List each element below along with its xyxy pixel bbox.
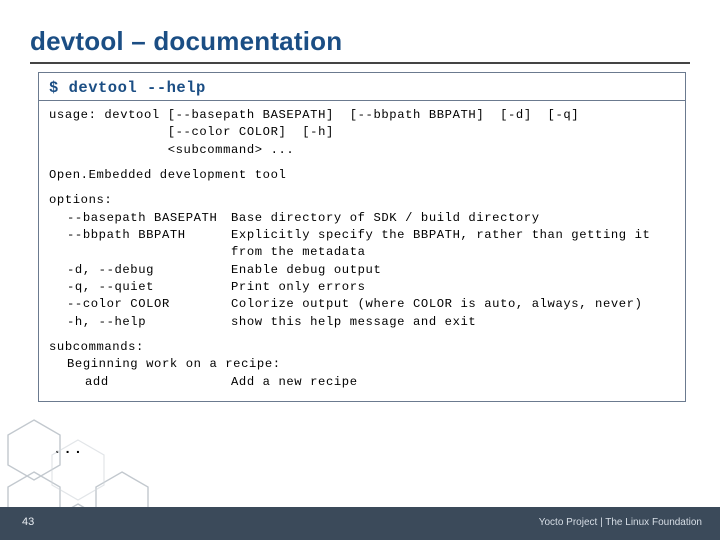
option-flag: -h, --help [49, 314, 231, 331]
option-desc: Print only errors [231, 279, 675, 296]
page-number: 43 [22, 516, 34, 528]
option-desc: show this help message and exit [231, 314, 675, 331]
option-desc: Colorize output (where COLOR is auto, al… [231, 296, 675, 313]
footer-credit: Yocto Project | The Linux Foundation [539, 517, 702, 528]
title-rule [30, 62, 690, 64]
option-row: --bbpath BBPATH Explicitly specify the B… [49, 227, 675, 244]
option-desc: Explicitly specify the BBPATH, rather th… [231, 227, 675, 244]
option-row: -q, --quiet Print only errors [49, 279, 675, 296]
footer-bar: 43 Yocto Project | The Linux Foundation [0, 507, 720, 540]
ellipsis: ... [53, 442, 84, 458]
option-flag: --bbpath BBPATH [49, 227, 231, 244]
slide: devtool – documentation $ devtool --help… [0, 0, 720, 540]
terminal-box: $ devtool --help usage: devtool [--basep… [38, 72, 686, 402]
option-flag: -d, --debug [49, 262, 231, 279]
option-flag: -q, --quiet [49, 279, 231, 296]
option-desc: from the metadata [231, 244, 675, 261]
option-row: from the metadata [49, 244, 675, 261]
usage-line: [--color COLOR] [-h] [49, 124, 675, 141]
option-row: -h, --help show this help message and ex… [49, 314, 675, 331]
option-desc: Enable debug output [231, 262, 675, 279]
option-row: --color COLOR Colorize output (where COL… [49, 296, 675, 313]
usage-line: usage: devtool [--basepath BASEPATH] [--… [49, 107, 675, 124]
command-line: $ devtool --help [49, 79, 675, 97]
option-desc: Base directory of SDK / build directory [231, 210, 675, 227]
subcommand-name: add [49, 374, 231, 391]
box-divider [39, 100, 685, 101]
usage-line: <subcommand> ... [49, 142, 675, 159]
options-header: options: [49, 192, 675, 209]
subcommands-header: subcommands: [49, 339, 675, 356]
option-flag: --color COLOR [49, 296, 231, 313]
subcommands-intro: Beginning work on a recipe: [49, 356, 675, 373]
intro-line: Open.Embedded development tool [49, 167, 675, 184]
option-flag [49, 244, 231, 261]
slide-title: devtool – documentation [30, 26, 342, 57]
option-flag: --basepath BASEPATH [49, 210, 231, 227]
subcommand-row: add Add a new recipe [49, 374, 675, 391]
option-row: --basepath BASEPATH Base directory of SD… [49, 210, 675, 227]
subcommand-desc: Add a new recipe [231, 374, 675, 391]
option-row: -d, --debug Enable debug output [49, 262, 675, 279]
